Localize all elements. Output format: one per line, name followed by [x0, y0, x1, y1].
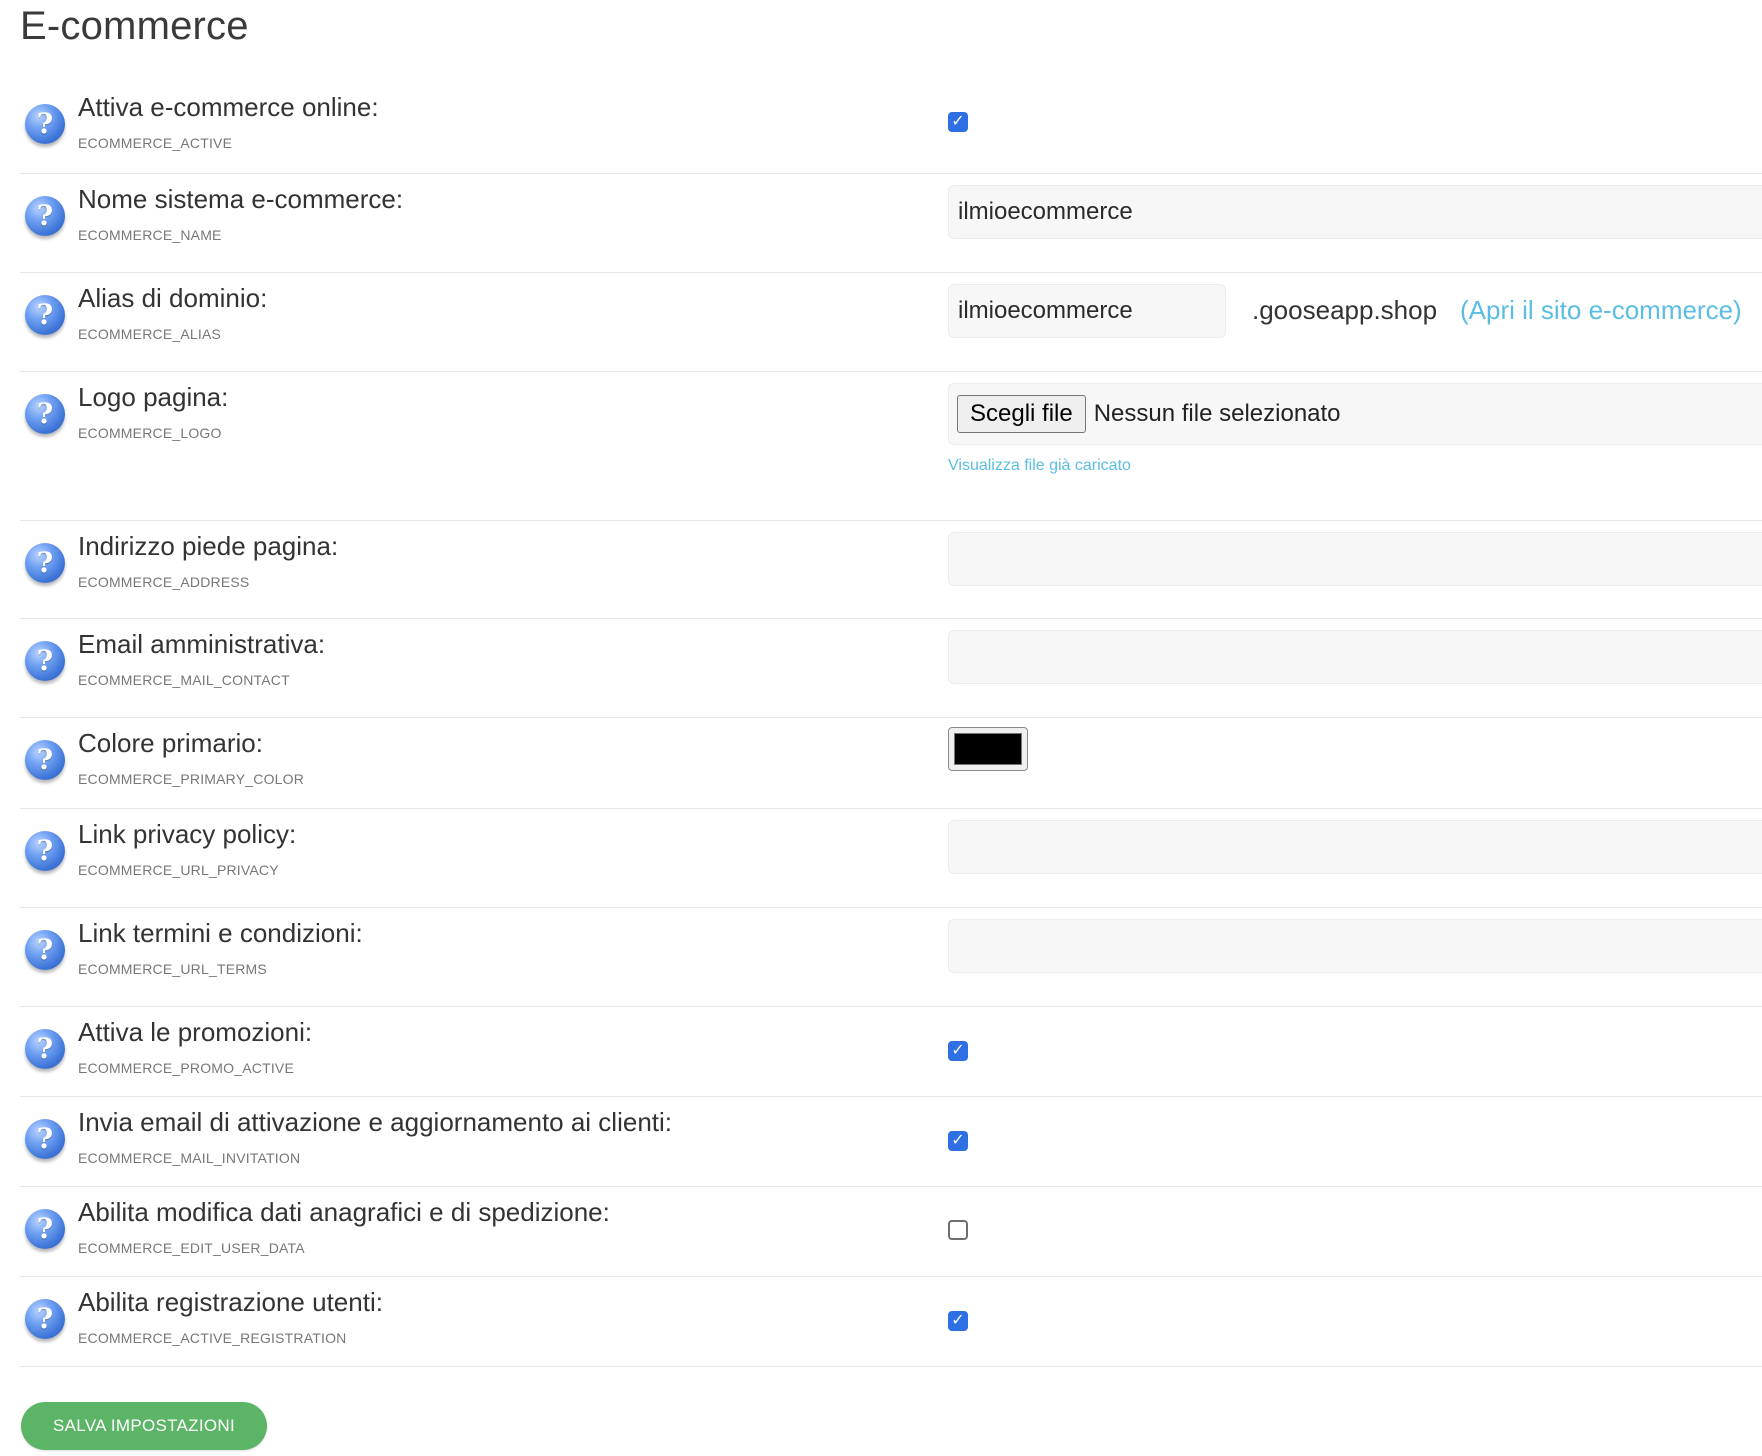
- setting-key: ECOMMERCE_ACTIVE: [78, 135, 233, 151]
- setting-row-ecommerce-mail-invitation: ? Invia email di attivazione e aggiornam…: [20, 1097, 1762, 1187]
- ecommerce-name-input[interactable]: ilmioecommerce: [948, 185, 1762, 239]
- help-icon[interactable]: ?: [25, 740, 65, 780]
- setting-label: Abilita registrazione utenti:: [78, 1287, 383, 1317]
- setting-row-ecommerce-active: ? Attiva e-commerce online: ECOMMERCE_AC…: [20, 80, 1762, 174]
- checkmark-icon: ✓: [951, 1132, 965, 1149]
- promo-active-checkbox[interactable]: ✓: [948, 1041, 968, 1061]
- setting-label: Logo pagina:: [78, 382, 229, 412]
- checkmark-icon: ✓: [951, 113, 965, 130]
- setting-key: ECOMMERCE_EDIT_USER_DATA: [78, 1240, 305, 1256]
- settings-table: ? Attiva e-commerce online: ECOMMERCE_AC…: [20, 80, 1762, 1367]
- edit-user-data-checkbox[interactable]: [948, 1220, 968, 1240]
- terms-link-input[interactable]: [948, 919, 1762, 973]
- checkmark-icon: ✓: [951, 1042, 965, 1059]
- help-icon[interactable]: ?: [25, 831, 65, 871]
- setting-key: ECOMMERCE_MAIL_CONTACT: [78, 672, 290, 688]
- primary-color-picker[interactable]: [948, 727, 1028, 771]
- page-title: E-commerce: [20, 4, 249, 48]
- checkmark-icon: ✓: [951, 1312, 965, 1329]
- color-fill: [954, 733, 1022, 765]
- setting-key: ECOMMERCE_PRIMARY_COLOR: [78, 771, 305, 787]
- setting-label: Indirizzo piede pagina:: [78, 531, 339, 561]
- setting-row-ecommerce-active-registration: ? Abilita registrazione utenti: ECOMMERC…: [20, 1277, 1762, 1367]
- view-uploaded-file-link[interactable]: Visualizza file già caricato: [948, 457, 1131, 475]
- help-icon[interactable]: ?: [25, 1299, 65, 1339]
- setting-row-ecommerce-url-terms: ? Link termini e condizioni: ECOMMERCE_U…: [20, 908, 1762, 1007]
- setting-label: Attiva e-commerce online:: [78, 92, 379, 122]
- setting-label: Alias di dominio:: [78, 283, 268, 313]
- save-settings-button[interactable]: SALVA IMPOSTAZIONI: [21, 1402, 267, 1450]
- file-status: Nessun file selezionato: [1093, 400, 1341, 427]
- setting-label: Colore primario:: [78, 728, 263, 758]
- setting-key: ECOMMERCE_PROMO_ACTIVE: [78, 1060, 294, 1076]
- setting-row-ecommerce-mail-contact: ? Email amministrativa: ECOMMERCE_MAIL_C…: [20, 619, 1762, 718]
- setting-label: Email amministrativa:: [78, 629, 326, 659]
- setting-key: ECOMMERCE_NAME: [78, 227, 222, 243]
- privacy-link-input[interactable]: [948, 820, 1762, 874]
- setting-key: ECOMMERCE_LOGO: [78, 425, 222, 441]
- logo-file-input: Scegli file Nessun file selezionato: [948, 383, 1762, 445]
- setting-row-ecommerce-logo: ? Logo pagina: ECOMMERCE_LOGO Scegli fil…: [20, 372, 1762, 521]
- help-icon[interactable]: ?: [25, 1029, 65, 1069]
- help-icon[interactable]: ?: [25, 295, 65, 335]
- domain-alias-input[interactable]: ilmioecommerce: [948, 284, 1226, 338]
- domain-suffix: .gooseapp.shop: [1252, 295, 1438, 325]
- mail-invitation-checkbox[interactable]: ✓: [948, 1131, 968, 1151]
- setting-label: Attiva le promozioni:: [78, 1017, 313, 1047]
- setting-key: ECOMMERCE_URL_TERMS: [78, 961, 267, 977]
- setting-key: ECOMMERCE_MAIL_INVITATION: [78, 1150, 301, 1166]
- setting-row-ecommerce-address: ? Indirizzo piede pagina: ECOMMERCE_ADDR…: [20, 521, 1762, 619]
- setting-label: Link privacy policy:: [78, 819, 297, 849]
- setting-key: ECOMMERCE_URL_PRIVACY: [78, 862, 279, 878]
- setting-row-ecommerce-edit-user-data: ? Abilita modifica dati anagrafici e di …: [20, 1187, 1762, 1277]
- help-icon[interactable]: ?: [25, 196, 65, 236]
- footer-address-input[interactable]: [948, 532, 1762, 586]
- active-registration-checkbox[interactable]: ✓: [948, 1311, 968, 1331]
- help-icon[interactable]: ?: [25, 543, 65, 583]
- setting-row-ecommerce-promo-active: ? Attiva le promozioni: ECOMMERCE_PROMO_…: [20, 1007, 1762, 1097]
- help-icon[interactable]: ?: [25, 930, 65, 970]
- setting-key: ECOMMERCE_ACTIVE_REGISTRATION: [78, 1330, 347, 1346]
- setting-key: ECOMMERCE_ALIAS: [78, 326, 222, 342]
- setting-row-ecommerce-primary-color: ? Colore primario: ECOMMERCE_PRIMARY_COL…: [20, 718, 1762, 809]
- choose-file-button[interactable]: Scegli file: [957, 395, 1086, 433]
- help-icon[interactable]: ?: [25, 394, 65, 434]
- help-icon[interactable]: ?: [25, 641, 65, 681]
- setting-label: Invia email di attivazione e aggiornamen…: [78, 1107, 673, 1137]
- setting-key: ECOMMERCE_ADDRESS: [78, 574, 250, 590]
- open-site-link[interactable]: (Apri il sito e-commerce): [1460, 295, 1742, 326]
- ecommerce-active-checkbox[interactable]: ✓: [948, 112, 968, 132]
- admin-email-input[interactable]: [948, 630, 1762, 684]
- setting-row-ecommerce-name: ? Nome sistema e-commerce: ECOMMERCE_NAM…: [20, 174, 1762, 273]
- setting-label: Abilita modifica dati anagrafici e di sp…: [78, 1197, 610, 1227]
- help-icon[interactable]: ?: [25, 1119, 65, 1159]
- setting-label: Link termini e condizioni:: [78, 918, 363, 948]
- help-icon[interactable]: ?: [25, 1209, 65, 1249]
- setting-label: Nome sistema e-commerce:: [78, 184, 404, 214]
- setting-row-ecommerce-alias: ? Alias di dominio: ECOMMERCE_ALIAS ilmi…: [20, 273, 1762, 372]
- setting-row-ecommerce-url-privacy: ? Link privacy policy: ECOMMERCE_URL_PRI…: [20, 809, 1762, 908]
- help-icon[interactable]: ?: [25, 104, 65, 144]
